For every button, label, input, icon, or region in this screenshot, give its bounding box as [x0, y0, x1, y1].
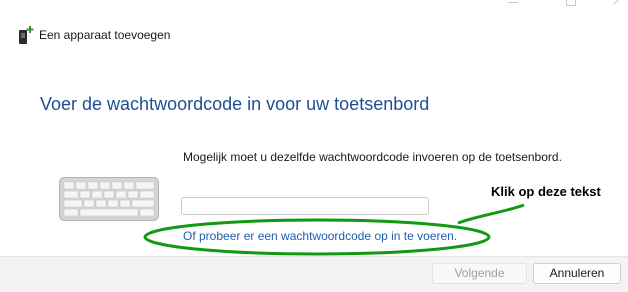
- passcode-input[interactable]: [181, 197, 429, 215]
- close-icon[interactable]: [612, 0, 624, 6]
- page-heading: Voer de wachtwoordcode in voor uw toetse…: [40, 94, 430, 114]
- cancel-button[interactable]: Annuleren: [533, 263, 621, 284]
- next-button[interactable]: Volgende: [432, 263, 527, 284]
- annotation-overlay: [143, 203, 525, 256]
- instruction-text: Mogelijk moet u dezelfde wachtwoordcode …: [183, 150, 562, 164]
- window-title: Een apparaat toevoegen: [39, 28, 171, 42]
- annotation-arrow: [457, 203, 525, 225]
- device-add-icon: [19, 26, 34, 44]
- keyboard-icon: [59, 177, 159, 221]
- minimize-icon[interactable]: [508, 0, 520, 6]
- annotation-label: Klik op deze tekst: [491, 184, 601, 199]
- alternate-passcode-link[interactable]: Of probeer er een wachtwoordcode op in t…: [183, 229, 457, 243]
- maximize-icon[interactable]: [566, 0, 576, 6]
